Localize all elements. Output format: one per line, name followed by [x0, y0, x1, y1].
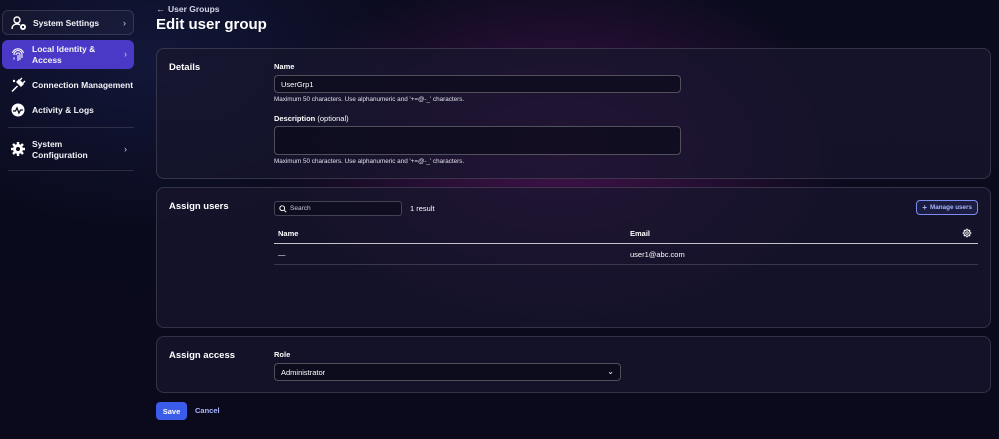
sidebar-divider	[8, 127, 134, 128]
gear-icon	[9, 140, 27, 158]
sidebar: System Settings › Local Identity & Acces…	[0, 0, 140, 439]
sidebar-item-label: System Settings	[33, 18, 100, 28]
description-helper-text: Maximum 50 characters. Use alphanumeric …	[274, 158, 465, 165]
sidebar-item-label: System Configuration	[32, 139, 88, 160]
chevron-right-icon: ›	[124, 49, 127, 59]
cell-email: user1@abc.com	[630, 250, 685, 259]
details-card: Details Name Maximum 50 characters. Use …	[156, 48, 991, 179]
sidebar-item-label: Local Identity & Access	[32, 44, 96, 65]
breadcrumb[interactable]: ← User Groups	[156, 4, 220, 14]
name-input[interactable]	[274, 75, 681, 93]
search-icon	[279, 204, 287, 213]
sidebar-item-system-configuration[interactable]: System Configuration ›	[2, 136, 134, 162]
search-input[interactable]	[290, 205, 400, 212]
role-label: Role	[274, 350, 291, 359]
name-label: Name	[274, 62, 295, 71]
plus-icon: +	[922, 202, 927, 212]
section-title-details: Details	[169, 62, 201, 73]
manage-users-button[interactable]: + Manage users	[916, 200, 978, 215]
chevron-right-icon: ›	[123, 18, 126, 28]
column-settings-icon[interactable]	[962, 228, 972, 240]
assign-access-card: Assign access Role Administrator ⌄	[156, 336, 991, 393]
role-select[interactable]: Administrator ⌄	[274, 363, 621, 381]
table-header: Name Email	[274, 224, 978, 244]
chevron-down-icon: ⌄	[607, 367, 614, 376]
chevron-right-icon: ›	[124, 144, 127, 154]
sidebar-item-label: Connection Management	[32, 80, 134, 90]
description-label-text: Description	[274, 114, 316, 123]
section-title-assign-access: Assign access	[169, 350, 236, 361]
sidebar-item-local-identity[interactable]: Local Identity & Access ›	[2, 40, 134, 69]
plug-icon	[9, 76, 27, 94]
table-row[interactable]: — user1@abc.com	[274, 244, 978, 265]
manage-users-label: Manage users	[930, 204, 972, 211]
sidebar-item-activity-logs[interactable]: Activity & Logs	[2, 100, 134, 120]
breadcrumb-link[interactable]: User Groups	[168, 4, 220, 14]
description-label: Description (optional)	[274, 114, 349, 123]
page-title: Edit user group	[156, 16, 267, 33]
description-input[interactable]	[274, 126, 681, 155]
sidebar-item-system-settings[interactable]: System Settings ›	[2, 10, 134, 35]
users-table: Name Email — user1@abc.com	[274, 224, 978, 265]
search-box[interactable]	[274, 201, 402, 216]
arrow-left-icon: ←	[156, 4, 165, 14]
activity-icon	[9, 101, 27, 119]
column-header-name[interactable]: Name	[278, 229, 298, 238]
column-header-email[interactable]: Email	[630, 229, 650, 238]
sidebar-item-connection-management[interactable]: Connection Management	[2, 75, 134, 95]
cell-name: —	[278, 250, 286, 259]
role-selected-value: Administrator	[281, 367, 326, 377]
section-title-assign-users: Assign users	[169, 201, 229, 212]
optional-hint: (optional)	[317, 114, 349, 123]
user-gear-icon	[10, 14, 28, 32]
assign-users-card: Assign users 1 result + Manage users Nam…	[156, 187, 991, 328]
cancel-button[interactable]: Cancel	[195, 406, 220, 415]
sidebar-item-label: Activity & Logs	[32, 105, 94, 115]
save-button[interactable]: Save	[156, 402, 187, 420]
result-count: 1 result	[410, 204, 435, 213]
sidebar-divider	[8, 170, 134, 171]
fingerprint-icon	[9, 46, 27, 64]
name-helper-text: Maximum 50 characters. Use alphanumeric …	[274, 96, 465, 103]
